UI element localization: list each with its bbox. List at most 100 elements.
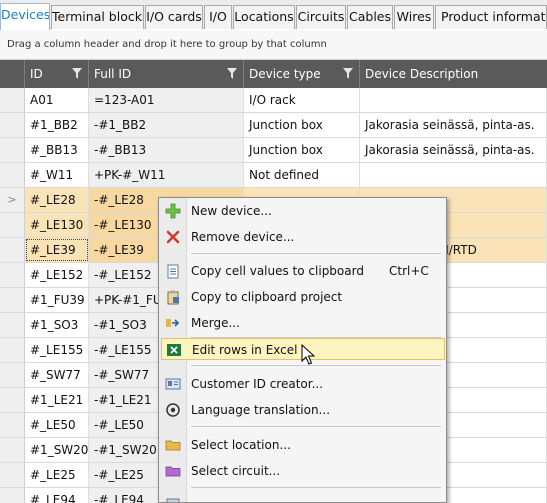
table-row[interactable]: #_BB13 -#_BB13 Junction box Jakorasia seinä…	[0, 138, 547, 163]
cell-full-id[interactable]: +PK-#_W11	[89, 163, 244, 187]
row-indicator[interactable]	[0, 113, 25, 137]
cell-id[interactable]: A01	[25, 88, 89, 112]
cell-id[interactable]: #_W11	[25, 163, 89, 187]
row-indicator[interactable]	[0, 263, 25, 287]
row-indicator[interactable]	[0, 388, 25, 412]
cell-id[interactable]: #_LE39	[25, 238, 89, 262]
tab-io[interactable]: I/O	[204, 5, 232, 29]
cell-device-description[interactable]	[360, 163, 547, 187]
row-indicator[interactable]: >	[0, 188, 25, 212]
row-indicator[interactable]	[0, 238, 25, 262]
group-by-hint: Drag a column header and drop it here to…	[7, 39, 327, 50]
column-header-device-description[interactable]: Device Description	[360, 60, 547, 88]
row-indicator[interactable]	[0, 438, 25, 462]
menu-item-label: Copy to clipboard project	[191, 290, 343, 304]
row-indicator[interactable]	[0, 138, 25, 162]
menu-item-merge[interactable]: Merge...	[161, 312, 445, 334]
cell-id[interactable]: #_LE25	[25, 463, 89, 487]
row-indicator[interactable]	[0, 413, 25, 437]
cell-device-type[interactable]: Junction box	[244, 138, 360, 162]
column-header-full-id[interactable]: Full ID	[89, 60, 244, 88]
menu-item-label: Select circuit...	[191, 464, 281, 478]
row-indicator[interactable]	[0, 213, 25, 237]
menu-item-label: Customer ID creator...	[191, 377, 324, 391]
column-header-label: Device Description	[365, 67, 479, 81]
tab-locations[interactable]: Locations	[233, 5, 295, 29]
tab-io-cards[interactable]: I/O cards	[145, 5, 203, 29]
cell-id[interactable]: #_LE94	[25, 488, 89, 503]
menu-item-new-device[interactable]: New device...	[161, 200, 445, 222]
row-indicator[interactable]	[0, 288, 25, 312]
menu-item-label: New device...	[191, 204, 272, 218]
cell-full-id[interactable]: =123-A01	[89, 88, 244, 112]
menu-item-customer-id-creator[interactable]: Customer ID creator...	[161, 373, 445, 395]
menu-item-more[interactable]	[161, 494, 445, 502]
menu-item-label: Language translation...	[191, 403, 331, 417]
cell-id[interactable]: #_SW77	[25, 363, 89, 387]
cell-id[interactable]: #_LE152	[25, 263, 89, 287]
clipboard-list-icon	[167, 264, 179, 279]
column-header-device-type[interactable]: Device type	[244, 60, 360, 88]
menu-item-select-circuit[interactable]: Select circuit...	[161, 460, 445, 482]
cell-device-type[interactable]: I/O rack	[244, 88, 360, 112]
cell-id[interactable]: #_BB13	[25, 138, 89, 162]
row-indicator[interactable]	[0, 163, 25, 187]
row-indicator[interactable]	[0, 313, 25, 337]
cell-id[interactable]: #_LE155	[25, 338, 89, 362]
menu-item-copy-cell-values[interactable]: Copy cell values to clipboard Ctrl+C	[161, 260, 445, 282]
excel-icon	[167, 344, 181, 356]
cell-full-id[interactable]: -#_BB13	[89, 138, 244, 162]
funnel-icon[interactable]	[72, 68, 82, 79]
cell-id[interactable]: #_LE28	[25, 188, 89, 212]
menu-item-shortcut: Ctrl+C	[389, 264, 429, 278]
cell-device-description[interactable]: Jakorasia seinässä, pinta-as.	[360, 113, 547, 137]
row-indicator[interactable]	[0, 338, 25, 362]
row-indicator[interactable]	[0, 363, 25, 387]
cell-full-id[interactable]: -#1_BB2	[89, 113, 244, 137]
tab-bar: Devices Terminal blocks I/O cards I/O Lo…	[0, 0, 547, 30]
column-header-id[interactable]: ID	[25, 60, 89, 88]
cell-id[interactable]: #1_SW20	[25, 438, 89, 462]
cell-id[interactable]: #_LE50	[25, 413, 89, 437]
cross-icon	[166, 230, 180, 244]
row-indicator[interactable]	[0, 88, 25, 112]
menu-item-select-location[interactable]: Select location...	[161, 434, 445, 456]
merge-icon	[166, 319, 180, 327]
cell-id[interactable]: #1_FU39	[25, 288, 89, 312]
table-row[interactable]: #1_BB2 -#1_BB2 Junction box Jakorasia seinä…	[0, 113, 547, 138]
cell-device-description[interactable]	[360, 88, 547, 112]
tab-devices[interactable]: Devices	[0, 3, 50, 30]
cell-id[interactable]: #1_LE21	[25, 388, 89, 412]
menu-separator	[191, 253, 441, 254]
table-row[interactable]: A01 =123-A01 I/O rack	[0, 88, 547, 113]
clipboard-project-icon	[167, 290, 179, 305]
tab-terminal-blocks[interactable]: Terminal blocks	[51, 5, 144, 29]
group-by-panel[interactable]: Drag a column header and drop it here to…	[0, 30, 547, 60]
cell-device-type[interactable]: Not defined	[244, 163, 360, 187]
tab-cables[interactable]: Cables	[347, 5, 393, 29]
cell-id[interactable]: #_LE130	[25, 213, 89, 237]
row-indicator-header	[0, 60, 25, 88]
cell-device-type[interactable]: Junction box	[244, 113, 360, 137]
tab-circuits[interactable]: Circuits	[296, 5, 346, 29]
menu-item-copy-to-clipboard-project[interactable]: Copy to clipboard project	[161, 286, 445, 308]
tab-wires[interactable]: Wires	[394, 5, 434, 29]
menu-item-label: Remove device...	[191, 230, 295, 244]
cell-device-description[interactable]: Jakorasia seinässä, pinta-as.	[360, 138, 547, 162]
menu-item-language-translation[interactable]: Language translation...	[161, 399, 445, 421]
row-indicator[interactable]	[0, 488, 25, 503]
menu-item-remove-device[interactable]: Remove device...	[161, 226, 445, 248]
funnel-icon[interactable]	[227, 68, 237, 79]
cell-id[interactable]: #1_BB2	[25, 113, 89, 137]
cell-id[interactable]: #1_SO3	[25, 313, 89, 337]
menu-separator	[191, 365, 441, 366]
id-card-icon	[165, 378, 181, 390]
menu-item-label: Copy cell values to clipboard	[191, 264, 364, 278]
menu-item-label: Edit rows in Excel	[192, 343, 298, 357]
table-row[interactable]: #_W11 +PK-#_W11 Not defined	[0, 163, 547, 188]
row-indicator[interactable]	[0, 463, 25, 487]
funnel-icon[interactable]	[343, 68, 353, 79]
tab-product-information[interactable]: Product information	[435, 5, 547, 29]
folder-icon	[165, 440, 181, 451]
column-header-label: ID	[30, 67, 43, 81]
